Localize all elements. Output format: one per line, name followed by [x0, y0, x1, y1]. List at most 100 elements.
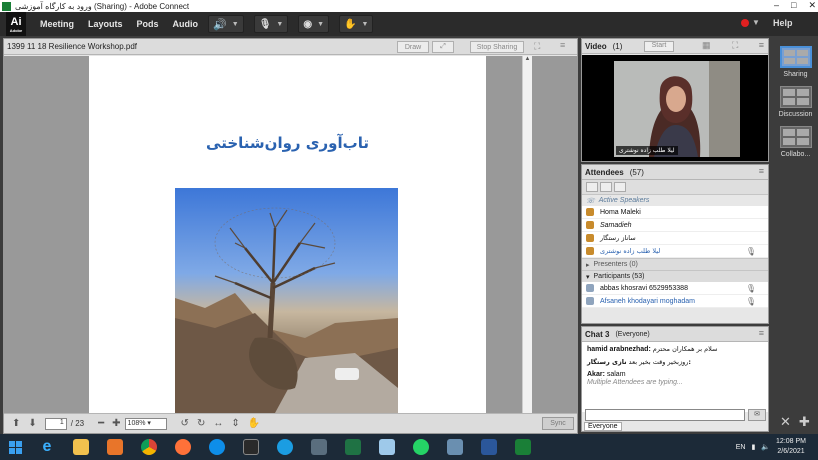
- active-speakers-header: ☏ Active Speakers: [582, 194, 768, 206]
- list-view-icon[interactable]: [586, 182, 598, 192]
- chat-input[interactable]: [585, 409, 745, 421]
- add-layout-icon[interactable]: ✚: [799, 414, 810, 430]
- wrench-icon[interactable]: ✕: [780, 414, 791, 430]
- fullscreen-icon[interactable]: ⛶: [732, 40, 738, 51]
- video-count: (1): [612, 41, 623, 51]
- taskbar-excel[interactable]: [336, 434, 370, 460]
- list-item[interactable]: Homa Maleki: [582, 206, 768, 219]
- taskbar-app[interactable]: [302, 434, 336, 460]
- microphone-icon: 🎙: [745, 247, 756, 256]
- layout-collaboration[interactable]: Collabo...: [773, 126, 818, 158]
- fit-page-icon[interactable]: ⇕: [231, 418, 239, 429]
- taskbar-window[interactable]: [438, 434, 472, 460]
- taskbar-chrome[interactable]: [132, 434, 166, 460]
- presenters-header[interactable]: ▸ Presenters (0): [582, 258, 768, 270]
- record-icon[interactable]: [741, 19, 749, 27]
- taskbar-adobe-connect[interactable]: [506, 434, 540, 460]
- menu-layouts[interactable]: Layouts: [88, 19, 123, 29]
- start-button[interactable]: [0, 434, 30, 460]
- list-item[interactable]: ساناز رستگار: [582, 232, 768, 245]
- sort-icon[interactable]: [614, 182, 626, 192]
- pod-menu-icon[interactable]: ≡: [560, 40, 565, 50]
- list-item[interactable]: Afsaneh khodayari moghadam 🎙: [582, 295, 768, 308]
- page-down-icon[interactable]: ⬇: [28, 418, 36, 429]
- help-menu[interactable]: Help: [773, 18, 793, 28]
- speaker-icon: 🔊: [213, 18, 227, 31]
- share-pod: 1399 11 18 Resilience Workshop.pdf Draw …: [3, 38, 578, 434]
- menu-audio[interactable]: Audio: [173, 19, 199, 29]
- rotate-left-icon[interactable]: ↺: [181, 418, 189, 429]
- record-menu-icon[interactable]: ▼: [752, 18, 760, 27]
- layout-discussion[interactable]: Discussion: [773, 86, 818, 118]
- participant-icon: [586, 297, 594, 305]
- taskbar-edge[interactable]: [268, 434, 302, 460]
- chat-scope: (Everyone): [615, 330, 650, 338]
- pod-menu-icon[interactable]: ≡: [759, 40, 764, 50]
- list-item[interactable]: Samadieh: [582, 219, 768, 232]
- zoom-in-icon[interactable]: ✚: [112, 418, 120, 429]
- chat-messages: hamid arabnezhad: سلام بر همکاران محترم …: [582, 342, 768, 412]
- host-list: Homa Maleki Samadieh ساناز رستگار لیلا ط…: [582, 206, 768, 258]
- minimize-icon[interactable]: –: [774, 0, 779, 11]
- taskbar-whatsapp[interactable]: [404, 434, 438, 460]
- participants-header[interactable]: ▾ Participants (53): [582, 270, 768, 282]
- window-icon: [447, 439, 463, 455]
- network-icon[interactable]: ▮: [751, 443, 755, 451]
- status-view-icon[interactable]: [600, 182, 612, 192]
- list-item[interactable]: لیلا طلب زاده نوشتری 🎙: [582, 245, 768, 258]
- list-item[interactable]: abbas khosravi 6529953388 🎙: [582, 282, 768, 295]
- webcam-control[interactable]: ◉ ▼: [298, 15, 329, 33]
- close-icon[interactable]: ✕: [808, 0, 816, 11]
- scroll-up-icon[interactable]: ▲: [523, 56, 532, 65]
- taskbar-notepad[interactable]: [370, 434, 404, 460]
- vertical-scrollbar[interactable]: ▲: [522, 56, 532, 413]
- grid-view-icon[interactable]: ▦: [702, 40, 711, 51]
- chat-tab-everyone[interactable]: Everyone: [584, 422, 622, 431]
- layouts-bar: Sharing Discussion Collabo...: [773, 46, 818, 166]
- menu-pods[interactable]: Pods: [137, 19, 159, 29]
- fit-width-icon[interactable]: ↔: [213, 418, 223, 429]
- pointer-icon[interactable]: ⤢: [432, 41, 454, 53]
- layout-sharing[interactable]: Sharing: [773, 46, 818, 78]
- rotate-right-icon[interactable]: ↻: [197, 418, 205, 429]
- draw-button[interactable]: Draw: [397, 41, 429, 53]
- chevron-down-icon: ▼: [361, 20, 369, 28]
- send-message-icon[interactable]: ✉: [748, 409, 766, 421]
- share-pod-title: 1399 11 18 Resilience Workshop.pdf: [7, 42, 138, 51]
- language-indicator[interactable]: EN: [736, 444, 746, 451]
- clock[interactable]: 12:08 PM 2/6/2021: [776, 437, 806, 457]
- document-toolbar: ⬆ ⬇ 1 / 23 ━ ✚ 108% ▾ ↺ ↻ ↔ ⇕ ✋ Sync: [4, 413, 577, 433]
- volume-icon[interactable]: 🔈: [761, 443, 770, 451]
- taskbar-media-2[interactable]: [234, 434, 268, 460]
- zoom-select[interactable]: 108% ▾: [124, 417, 167, 430]
- zoom-out-icon[interactable]: ━: [98, 418, 104, 429]
- pod-menu-icon[interactable]: ≡: [759, 166, 764, 176]
- taskbar-firefox[interactable]: [166, 434, 200, 460]
- maximize-icon[interactable]: □: [791, 0, 796, 11]
- menu-meeting[interactable]: Meeting: [40, 19, 74, 29]
- microphone-control[interactable]: 🎙 ▼: [253, 15, 289, 33]
- start-webcam-button[interactable]: Start: [644, 41, 674, 52]
- attendees-pod: Attendees (57) ≡ ☏ Active Speakers Homa …: [581, 164, 769, 324]
- attendees-pod-title: Attendees: [585, 167, 624, 177]
- page-number-input[interactable]: 1: [44, 417, 67, 430]
- pod-menu-icon[interactable]: ≡: [759, 328, 764, 338]
- chevron-down-icon: ▼: [317, 20, 324, 28]
- stop-sharing-button[interactable]: Stop Sharing: [470, 41, 524, 53]
- sync-button[interactable]: Sync: [542, 417, 574, 430]
- whatsapp-icon: [413, 439, 429, 455]
- page-up-icon[interactable]: ⬆: [12, 418, 20, 429]
- taskbar-explorer[interactable]: [64, 434, 98, 460]
- fullscreen-icon[interactable]: ⛶: [534, 41, 540, 52]
- taskbar-word[interactable]: [472, 434, 506, 460]
- menu-bar: Ai Adobe Meeting Layouts Pods Audio 🔊 ▼ 🎙 ▼…: [0, 12, 818, 36]
- raise-hand-control[interactable]: ✋ ▼: [339, 15, 374, 33]
- taskbar-media[interactable]: [98, 434, 132, 460]
- taskbar-teamviewer[interactable]: [200, 434, 234, 460]
- hand-tool-icon[interactable]: ✋: [248, 418, 260, 429]
- microphone-icon: 🎙: [745, 297, 756, 306]
- taskbar-ie[interactable]: e: [30, 434, 64, 460]
- chat-message: Akar: salam: [587, 371, 626, 378]
- speaker-control[interactable]: 🔊 ▼: [208, 15, 244, 33]
- page-total: / 23: [70, 419, 85, 428]
